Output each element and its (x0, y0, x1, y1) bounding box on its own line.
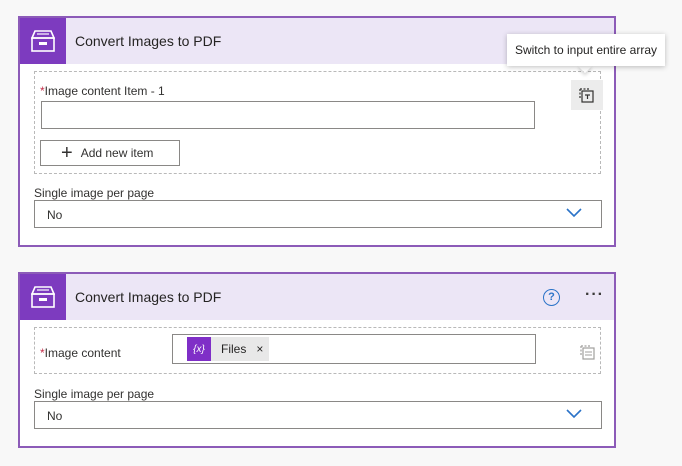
card-title: Convert Images to PDF (75, 33, 222, 49)
array-field-group: *Image content Item - 1 + Add new item (34, 71, 601, 174)
image-content-item-label: *Image content Item - 1 (40, 84, 165, 98)
switch-array-button[interactable] (572, 337, 604, 367)
dropdown-value: No (47, 208, 63, 222)
switch-array-icon (579, 88, 594, 103)
archive-box-icon (20, 18, 66, 64)
switch-array-icon (580, 345, 595, 360)
variable-icon: {x} (187, 337, 211, 361)
switch-array-button[interactable] (571, 80, 603, 110)
convert-images-action-card-2: Convert Images to PDF ? ··· *Image conte… (18, 272, 616, 448)
image-content-field-group: *Image content {x} Files × (34, 327, 601, 374)
image-content-label: *Image content (40, 346, 121, 360)
image-content-label-text: Image content (44, 346, 121, 360)
chevron-down-icon (566, 208, 582, 218)
dropdown-value: No (47, 409, 63, 423)
switch-array-tooltip: Switch to input entire array (507, 34, 665, 66)
remove-token-icon[interactable]: × (256, 342, 263, 356)
image-content-item-label-text: Image content Item - 1 (44, 84, 165, 98)
add-new-item-button[interactable]: + Add new item (40, 140, 180, 166)
token-label: Files (221, 342, 247, 356)
archive-box-icon (20, 274, 66, 320)
card-header[interactable]: Convert Images to PDF ? ··· (20, 274, 614, 320)
add-new-item-label: Add new item (80, 146, 154, 160)
card-title: Convert Images to PDF (75, 289, 222, 305)
single-image-per-page-label: Single image per page (34, 387, 155, 401)
dynamic-content-token[interactable]: {x} Files × (187, 337, 269, 361)
image-content-input[interactable]: {x} Files × (172, 334, 536, 364)
single-image-per-page-dropdown[interactable]: No (34, 401, 602, 429)
image-content-item-input[interactable] (41, 101, 535, 129)
single-image-per-page-label: Single image per page (34, 186, 155, 200)
plus-icon: + (61, 142, 73, 164)
single-image-per-page-dropdown[interactable]: No (34, 200, 602, 228)
more-options-icon[interactable]: ··· (585, 287, 607, 303)
help-icon[interactable]: ? (543, 289, 560, 306)
chevron-down-icon (566, 409, 582, 419)
